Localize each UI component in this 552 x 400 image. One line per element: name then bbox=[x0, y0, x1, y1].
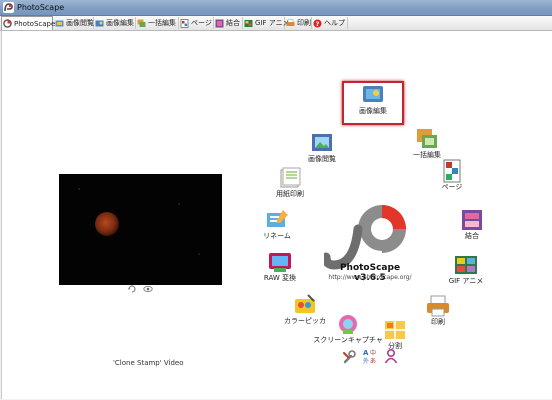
hub-raw-converter[interactable]: RAW 変換 bbox=[250, 250, 310, 283]
hub-page[interactable]: ページ bbox=[422, 159, 482, 192]
eye-icon[interactable] bbox=[143, 284, 153, 294]
hub-gif-animation[interactable]: GIF アニメ bbox=[436, 253, 496, 286]
preview-caption: 'Clone Stamp' Video bbox=[113, 359, 184, 367]
raw-converter-icon bbox=[269, 253, 291, 272]
tab-label: ページ bbox=[191, 19, 212, 27]
hub-item-label: スクリーンキャプチャ bbox=[313, 336, 383, 344]
rename-icon bbox=[267, 210, 288, 227]
hub-item-label: 画像閲覧 bbox=[308, 155, 336, 163]
tab-label: 画像閲覧 bbox=[66, 19, 94, 27]
tab-viewer[interactable]: 画像閲覧 bbox=[54, 17, 94, 29]
print-icon bbox=[427, 295, 449, 317]
language-icon[interactable]: A 中 外 あ bbox=[363, 348, 377, 364]
page-icon bbox=[443, 159, 461, 183]
hub-viewer[interactable]: 画像閲覧 bbox=[292, 131, 352, 164]
tab-label: 結合 bbox=[226, 19, 240, 27]
hub-item-label: 結合 bbox=[465, 232, 479, 240]
tab-label: 画像編集 bbox=[106, 19, 134, 27]
svg-text:中: 中 bbox=[370, 349, 376, 357]
page-icon bbox=[180, 18, 189, 28]
photoscape-logo bbox=[324, 205, 406, 270]
tab-help[interactable]: ? ヘルプ bbox=[312, 17, 348, 29]
video-preview[interactable] bbox=[59, 174, 222, 285]
help-icon: ? bbox=[313, 19, 322, 28]
hub-item-label: RAW 変換 bbox=[263, 274, 297, 282]
hub-combine[interactable]: 結合 bbox=[442, 208, 502, 241]
hub-item-label: カラーピッカ bbox=[284, 317, 326, 325]
tab-editor[interactable]: 画像編集 bbox=[94, 17, 136, 29]
viewer-icon bbox=[55, 20, 64, 26]
svg-text:A: A bbox=[363, 349, 369, 357]
hub-batch-editor[interactable]: 一括編集 bbox=[397, 127, 457, 160]
tab-page[interactable]: ページ bbox=[179, 17, 214, 29]
title-bar: PhotoScape bbox=[0, 0, 552, 16]
paper-print-icon bbox=[280, 167, 301, 188]
svg-text:あ: あ bbox=[370, 358, 376, 364]
hub-item-label: リネーム bbox=[263, 232, 291, 240]
refresh-icon[interactable] bbox=[127, 284, 137, 294]
window-title: PhotoScape bbox=[17, 3, 65, 12]
user-icon[interactable] bbox=[384, 348, 398, 364]
photo-edit-icon bbox=[363, 86, 383, 102]
batch-edit-icon bbox=[137, 19, 146, 27]
tab-batch[interactable]: 一括編集 bbox=[136, 17, 179, 29]
photoscape-app-icon bbox=[3, 2, 14, 13]
photoscape-home-icon bbox=[3, 19, 12, 28]
combine-icon bbox=[462, 210, 482, 230]
svg-text:?: ? bbox=[316, 20, 320, 28]
hub-rename[interactable]: リネーム bbox=[247, 208, 307, 241]
settings-tools-icon[interactable] bbox=[342, 349, 356, 365]
svg-text:外: 外 bbox=[363, 357, 369, 364]
hub-item-label: GIF アニメ bbox=[448, 277, 484, 285]
hub-item-label: 用紙印刷 bbox=[276, 190, 304, 198]
hub-photo-editor[interactable]: 画像編集 bbox=[342, 81, 404, 125]
tab-bar: PhotoScape 画像閲覧 画像編集 一括編集 ページ 結合 GIF アニメ… bbox=[0, 16, 552, 31]
gif-animation-icon bbox=[455, 256, 477, 274]
hub-item-label: ページ bbox=[441, 183, 463, 191]
photo-edit-icon bbox=[95, 20, 104, 26]
tab-label: ヘルプ bbox=[324, 19, 345, 27]
color-picker-icon bbox=[295, 294, 315, 313]
hub-color-picker[interactable]: カラーピッカ bbox=[275, 293, 335, 326]
print-icon bbox=[286, 19, 295, 26]
hub-item-label: 画像編集 bbox=[359, 107, 387, 115]
home-panel: 'Clone Stamp' Video PhotoScape v3.6.5 ht… bbox=[1, 31, 552, 399]
tab-photoscape[interactable]: PhotoScape bbox=[1, 16, 56, 30]
batch-edit-icon bbox=[417, 129, 437, 148]
splitter-icon bbox=[385, 321, 405, 339]
tab-combine[interactable]: 結合 bbox=[214, 17, 243, 29]
tab-label: 印刷 bbox=[297, 19, 311, 27]
screen-capture-icon bbox=[339, 315, 357, 334]
combine-icon bbox=[215, 19, 224, 27]
tab-print[interactable]: 印刷 bbox=[285, 17, 312, 29]
lunar-eclipse-image bbox=[78, 188, 200, 255]
viewer-icon bbox=[312, 134, 332, 151]
app-url[interactable]: http://www.photoscape.org/ bbox=[320, 274, 420, 281]
hub-paper-print[interactable]: 用紙印刷 bbox=[260, 166, 320, 199]
tab-label: 一括編集 bbox=[148, 19, 176, 27]
tab-gif[interactable]: GIF アニメ bbox=[243, 17, 290, 29]
gif-animation-icon bbox=[244, 19, 253, 27]
tab-label: PhotoScape bbox=[14, 19, 56, 28]
